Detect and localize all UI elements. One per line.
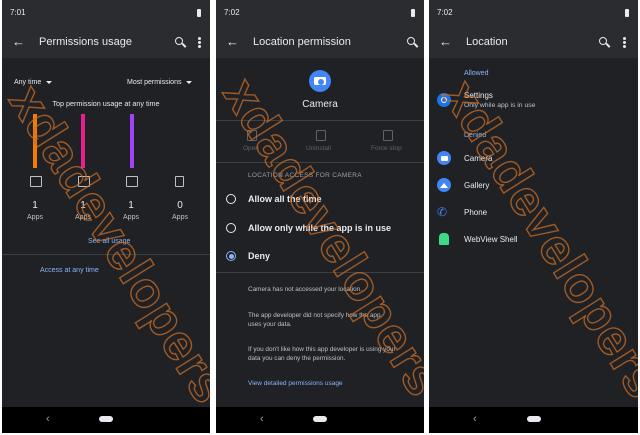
status-time: 7:02 — [224, 8, 240, 17]
uninstall-icon[interactable] — [316, 130, 326, 141]
uninstall-button[interactable]: Uninstall — [306, 145, 331, 152]
navigation-bar: ‹ — [429, 407, 638, 433]
sms-icon[interactable] — [126, 176, 138, 187]
gallery-icon — [437, 178, 451, 192]
radio-deny[interactable] — [226, 251, 236, 261]
page-title: Location — [466, 36, 508, 48]
divider — [216, 120, 424, 121]
camera-app-icon — [309, 70, 331, 92]
overflow-menu-icon[interactable] — [623, 41, 626, 44]
search-icon[interactable] — [175, 37, 183, 45]
see-all-usage-link[interactable]: See all usage — [88, 238, 130, 245]
divider — [216, 162, 424, 163]
sort-value: Most permissions — [127, 79, 182, 86]
app-name-settings[interactable]: Settings — [464, 91, 493, 100]
status-bar: 7:02 — [429, 0, 638, 28]
page-title: Permissions usage — [39, 36, 132, 48]
chevron-down-icon — [186, 80, 193, 84]
status-bar: 7:01 — [2, 0, 210, 28]
status-bar: 7:02 — [216, 0, 424, 28]
permission-count: 1 — [80, 200, 86, 211]
battery-icon — [411, 9, 415, 17]
watermark: xdadevelopers — [432, 70, 638, 409]
nav-home-icon[interactable] — [526, 416, 541, 422]
navigation-bar: ‹ — [216, 407, 424, 433]
android-icon — [439, 233, 449, 245]
access-note: Camera has not accessed your location. — [248, 286, 363, 293]
time-filter-dropdown[interactable]: Any time — [14, 76, 86, 90]
divider — [2, 254, 210, 255]
app-name-camera[interactable]: Camera — [464, 154, 492, 163]
sort-dropdown[interactable]: Most permissions — [127, 76, 205, 90]
usage-bar-contacts — [81, 114, 85, 168]
force-stop-button[interactable]: Force stop — [371, 145, 402, 152]
section-header: LOCATION ACCESS FOR CAMERA — [248, 172, 362, 179]
contacts-icon[interactable] — [78, 176, 90, 187]
permission-unit: Apps — [27, 214, 43, 221]
nav-back-icon[interactable]: ‹ — [473, 413, 477, 425]
allowed-header: Allowed — [464, 70, 489, 77]
permission-unit: Apps — [172, 214, 188, 221]
navigation-bar: ‹ — [2, 407, 210, 433]
view-detailed-usage-link[interactable]: View detailed permissions usage — [248, 380, 343, 387]
app-name-gallery[interactable]: Gallery — [464, 181, 489, 190]
app-name: Camera — [302, 99, 338, 110]
option-deny[interactable]: Deny — [248, 251, 270, 261]
radio-allow-while-in-use[interactable] — [226, 223, 236, 233]
force-stop-icon[interactable] — [383, 130, 393, 141]
open-icon[interactable] — [247, 130, 257, 141]
nav-back-icon[interactable]: ‹ — [260, 413, 264, 425]
battery-icon — [197, 9, 201, 17]
access-at-any-time-link[interactable]: Access at any time — [40, 267, 99, 274]
app-name-webview-shell[interactable]: WebView Shell — [464, 235, 518, 244]
back-arrow-icon[interactable]: ← — [439, 35, 452, 48]
permission-count: 1 — [128, 200, 134, 211]
search-icon[interactable] — [407, 37, 415, 45]
search-icon[interactable] — [599, 37, 607, 45]
nav-home-icon[interactable] — [99, 416, 113, 422]
nav-back-icon[interactable]: ‹ — [46, 413, 50, 425]
time-filter-value: Any time — [14, 79, 42, 86]
chart-title: Top permission usage at any time — [52, 99, 160, 108]
developer-note: The app developer did not specify how th… — [248, 312, 381, 328]
usage-bar-sms — [130, 114, 134, 168]
nav-home-icon[interactable] — [313, 416, 327, 422]
app-name-phone[interactable]: Phone — [464, 208, 487, 217]
usage-bar-phone — [33, 114, 37, 168]
back-arrow-icon[interactable]: ← — [12, 35, 25, 48]
app-bar: ← Permissions usage — [2, 28, 210, 58]
storage-icon[interactable] — [175, 176, 184, 187]
radio-allow-all-time[interactable] — [226, 194, 236, 204]
permission-count: 1 — [32, 200, 38, 211]
permission-count: 0 — [177, 200, 183, 211]
app-bar: ← Location permission — [216, 28, 424, 58]
page-title: Location permission — [253, 36, 351, 48]
option-allow-all-time[interactable]: Allow all the time — [248, 194, 322, 204]
permission-unit: Apps — [75, 214, 91, 221]
camera-icon — [437, 151, 451, 165]
location-permission-screen: 7:02 ← Location permission Camera Open U… — [216, 0, 424, 433]
settings-gear-icon — [437, 93, 451, 107]
battery-icon — [625, 9, 629, 17]
chevron-down-icon — [46, 80, 53, 84]
phone-icon: ✆ — [437, 205, 448, 219]
divider — [216, 272, 424, 273]
back-arrow-icon[interactable]: ← — [226, 35, 239, 48]
denied-header: Denied — [464, 132, 487, 139]
status-time: 7:02 — [437, 8, 453, 17]
option-allow-while-in-use[interactable]: Allow only while the app is in use — [248, 223, 391, 233]
phone-icon[interactable] — [30, 176, 42, 187]
app-bar: ← Location — [429, 28, 638, 58]
status-time: 7:01 — [10, 8, 26, 17]
app-access-status: Only while app is in use — [464, 102, 536, 109]
overflow-menu-icon[interactable] — [198, 41, 201, 44]
permissions-usage-screen: 7:01 ← Permissions usage Any time Most p… — [2, 0, 210, 433]
location-apps-screen: 7:02 ← Location Allowed Settings Only wh… — [429, 0, 638, 433]
permission-unit: Apps — [123, 214, 139, 221]
deny-suggestion-note: If you don't like how this app developer… — [248, 346, 396, 362]
open-button[interactable]: Open — [243, 145, 259, 152]
